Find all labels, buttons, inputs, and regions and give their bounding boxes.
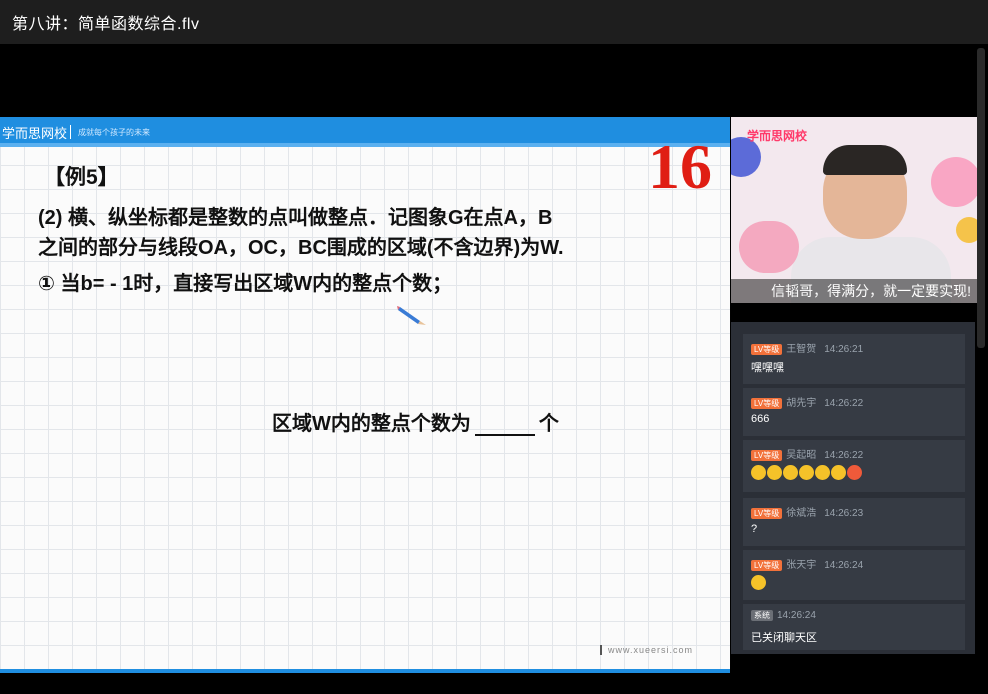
answer-blank [474,416,535,436]
chat-username[interactable]: 胡先宇 [786,398,816,409]
window-titlebar: 第八讲：简单函数综合.flv [0,0,988,44]
chat-text: ? [751,523,758,535]
chat-message: LV等级 吴起昭 14:26:22 [743,440,965,492]
video-brand: 学而思网校 [747,129,808,143]
system-badge: 系统 [751,610,773,621]
emoji-icon [815,465,830,480]
window-title: 第八讲：简单函数综合.flv [12,16,200,33]
chat-text: 嘿嘿嘿 [751,362,784,374]
chat-text: 666 [751,413,770,425]
site-url: www.xueersi.com [600,645,693,655]
brand-slogan: 成就每个孩子的未来 [78,128,150,137]
slide-footer [0,669,730,673]
chat-message: 系统 14:26:24 已关闭聊天区 [743,604,965,650]
chat-emojis [751,575,767,590]
header-stripe [0,143,730,147]
pig-mascot [739,221,799,273]
level-badge: LV等级 [751,450,783,461]
answer-suffix: 个 [538,413,559,435]
brand-logo: 学而思网校 [2,126,68,141]
chat-message: LV等级 张天宇 14:26:24 [743,550,965,600]
pencil-icon [397,306,426,325]
level-badge: LV等级 [751,398,783,409]
decor-circle [931,157,977,207]
emoji-icon [847,465,862,480]
chat-username[interactable]: 王智贺 [786,344,816,355]
divider [70,125,71,139]
chat-time: 14:26:21 [824,344,864,355]
chat-panel[interactable]: LV等级 王智贺 14:26:21 嘿嘿嘿 LV等级 胡先宇 14:26:22 666 … [731,322,975,654]
level-badge: LV等级 [751,560,783,571]
chat-message: LV等级 胡先宇 14:26:22 666 [743,388,965,436]
emoji-icon [783,465,798,480]
teacher-video: 学而思网校 信韬哥，得满分，就一定要实现! [731,117,977,303]
chat-username[interactable]: 张天宇 [786,560,816,571]
problem-line-2: 之间的部分与线段OA，OC，BC围成的区域(不含边界)为W. [38,237,564,259]
chat-message: LV等级 徐斌浩 14:26:23 ? [743,498,965,546]
problem-line-1: (2) 横、纵坐标都是整数的点叫做整点．记图象G在点A，B [38,207,553,229]
answer-prefix: 区域W内的整点个数为 [272,413,471,435]
emoji-icon [751,575,766,590]
chat-emojis [751,465,863,480]
emoji-icon [767,465,782,480]
answer-line: 区域W内的整点个数为 个 [272,407,559,436]
emoji-icon [751,465,766,480]
scrollbar[interactable] [977,48,985,348]
level-badge: LV等级 [751,508,783,519]
lecture-slide: 学而思网校 成就每个孩子的未来 16 【例5】 (2) 横、纵坐标都是整数的点叫… [0,117,730,673]
level-badge: LV等级 [751,344,783,355]
example-label: 【例5】 [44,166,119,189]
chat-time: 14:26:23 [824,508,864,519]
teacher-hair [823,145,907,175]
chat-time: 14:26:24 [777,610,816,621]
problem-line-3: ① 当b= - 1时，直接写出区域W内的整点个数； [38,273,453,295]
chat-username[interactable]: 吴起昭 [786,450,816,461]
emoji-icon [831,465,846,480]
chat-time: 14:26:24 [824,560,864,571]
slide-header: 学而思网校 成就每个孩子的未来 [0,117,730,147]
slide-number: 16 [648,131,712,202]
chat-text: 已关闭聊天区 [751,632,817,644]
chat-message: LV等级 王智贺 14:26:21 嘿嘿嘿 [743,334,965,384]
chat-time: 14:26:22 [824,450,864,461]
decor-circle [956,217,977,243]
chat-username[interactable]: 徐斌浩 [786,508,816,519]
chat-time: 14:26:22 [824,398,864,409]
video-caption: 信韬哥，得满分，就一定要实现! [731,279,977,303]
emoji-icon [799,465,814,480]
